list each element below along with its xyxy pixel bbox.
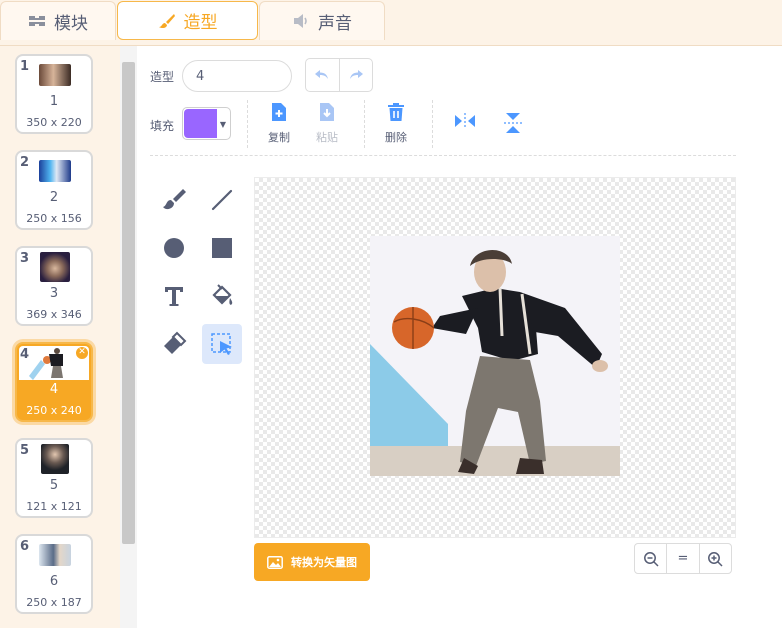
tab-blocks[interactable]: 模块 xyxy=(0,1,116,40)
costume-number: 5 xyxy=(20,443,30,458)
costume-name-label: 造型 xyxy=(150,70,175,84)
costume-thumbnail xyxy=(40,252,70,282)
costume-number: 2 xyxy=(20,155,30,170)
undo-redo-group xyxy=(305,58,373,92)
redo-button[interactable] xyxy=(338,59,372,91)
zoom-out-button[interactable] xyxy=(635,544,666,573)
convert-to-vector-button[interactable]: 转换为矢量图 xyxy=(254,543,370,581)
costume-name: 5 xyxy=(49,478,59,493)
costume-size: 350 x 220 xyxy=(26,116,82,129)
brush-icon xyxy=(163,189,186,210)
costume-list-scrollbar-thumb[interactable] xyxy=(122,62,135,544)
eraser-tool[interactable] xyxy=(154,324,194,364)
costume-thumbnail xyxy=(39,64,71,86)
text-tool[interactable] xyxy=(154,276,194,316)
undo-icon xyxy=(315,70,329,79)
tab-sounds-label: 声音 xyxy=(318,13,352,34)
circle-icon xyxy=(164,238,184,258)
image-icon xyxy=(267,555,283,569)
costume-thumbnail xyxy=(39,544,71,566)
costume-size: 121 x 121 xyxy=(26,500,82,513)
line-icon xyxy=(211,189,233,211)
costume-item-2[interactable]: 2 2 250 x 156 xyxy=(15,150,93,230)
fill-label: 填充 xyxy=(150,119,175,133)
delete-label: 删除 xyxy=(385,131,407,144)
toolbar-separator xyxy=(150,155,736,156)
flip-vertical-icon xyxy=(504,113,522,133)
costume-name-input[interactable] xyxy=(182,60,292,92)
costume-item-3[interactable]: 3 3 369 x 346 xyxy=(15,246,93,326)
costume-name: 6 xyxy=(49,574,59,589)
costume-name: 2 xyxy=(49,190,59,205)
zoom-controls: = xyxy=(634,543,732,574)
text-icon xyxy=(165,287,183,306)
blocks-icon xyxy=(28,13,46,29)
editor-tab-bar: 模块 造型 声音 xyxy=(0,0,782,46)
flip-horizontal-icon xyxy=(455,113,475,129)
costume-number: 1 xyxy=(20,59,30,74)
paint-editor-screen: 模块 造型 声音 1 1 350 x 220 2 2 250 x 156 3 3… xyxy=(0,0,782,628)
tab-costumes-label: 造型 xyxy=(183,13,218,33)
zoom-in-icon xyxy=(708,551,723,567)
select-tool[interactable] xyxy=(202,324,242,364)
costume-number: 4 xyxy=(20,347,30,362)
costume-size: 250 x 156 xyxy=(26,212,82,225)
line-tool[interactable] xyxy=(202,180,242,220)
rectangle-tool[interactable] xyxy=(202,228,242,268)
costume-name: 3 xyxy=(49,286,59,301)
paste-label: 粘贴 xyxy=(316,131,338,144)
paint-bucket-icon xyxy=(212,284,233,305)
copy-button[interactable]: 复制 xyxy=(259,102,299,145)
costume-thumbnail xyxy=(39,160,71,182)
delete-costume-icon[interactable]: ✕ xyxy=(75,346,89,360)
costume-name: 4 xyxy=(49,382,59,397)
zoom-reset-button[interactable]: = xyxy=(666,544,698,573)
convert-to-vector-label: 转换为矢量图 xyxy=(291,556,357,569)
costume-size: 250 x 240 xyxy=(26,404,82,417)
costume-number: 6 xyxy=(20,539,30,554)
brush-tool[interactable] xyxy=(154,180,194,220)
toolbar-divider xyxy=(247,100,248,148)
delete-button[interactable]: 删除 xyxy=(376,102,416,145)
flip-horizontal-button[interactable] xyxy=(445,112,485,134)
zoom-out-icon xyxy=(643,551,659,567)
paste-icon xyxy=(320,103,334,121)
costume-size: 250 x 187 xyxy=(26,596,82,609)
tab-costumes[interactable]: 造型 xyxy=(117,1,258,40)
zoom-reset-label: = xyxy=(677,551,689,566)
tab-sounds[interactable]: 声音 xyxy=(259,1,385,40)
costume-name: 1 xyxy=(49,94,59,109)
costume-item-5[interactable]: 5 5 121 x 121 xyxy=(15,438,93,518)
zoom-in-button[interactable] xyxy=(698,544,731,573)
trash-icon xyxy=(388,103,404,121)
costume-photo xyxy=(370,236,620,476)
paste-button[interactable]: 粘贴 xyxy=(307,102,347,145)
eraser-icon xyxy=(164,331,187,354)
costume-number: 3 xyxy=(20,251,30,266)
circle-tool[interactable] xyxy=(154,228,194,268)
select-cursor-icon xyxy=(211,333,232,355)
toolbar-divider xyxy=(432,100,433,148)
paintbrush-icon xyxy=(158,13,176,29)
undo-button[interactable] xyxy=(306,59,339,91)
tab-blocks-label: 模块 xyxy=(54,13,88,34)
rectangle-icon xyxy=(212,238,232,258)
fill-color-picker[interactable]: ▼ xyxy=(182,107,231,140)
costume-item-1[interactable]: 1 1 350 x 220 xyxy=(15,54,93,134)
fill-tool[interactable] xyxy=(202,276,242,316)
costume-item-6[interactable]: 6 6 250 x 187 xyxy=(15,534,93,614)
redo-icon xyxy=(349,70,363,79)
costume-item-4[interactable]: 4 ✕ 4 250 x 240 xyxy=(15,342,93,422)
costume-size: 369 x 346 xyxy=(26,308,82,321)
toolbar-divider xyxy=(364,100,365,148)
flip-vertical-button[interactable] xyxy=(493,112,533,138)
costume-image[interactable] xyxy=(370,236,620,476)
copy-icon xyxy=(272,103,286,121)
costume-thumbnail xyxy=(41,444,69,474)
chevron-down-icon: ▼ xyxy=(219,120,226,129)
fill-color-swatch xyxy=(184,109,217,138)
copy-label: 复制 xyxy=(268,131,290,144)
speaker-icon xyxy=(292,13,310,29)
